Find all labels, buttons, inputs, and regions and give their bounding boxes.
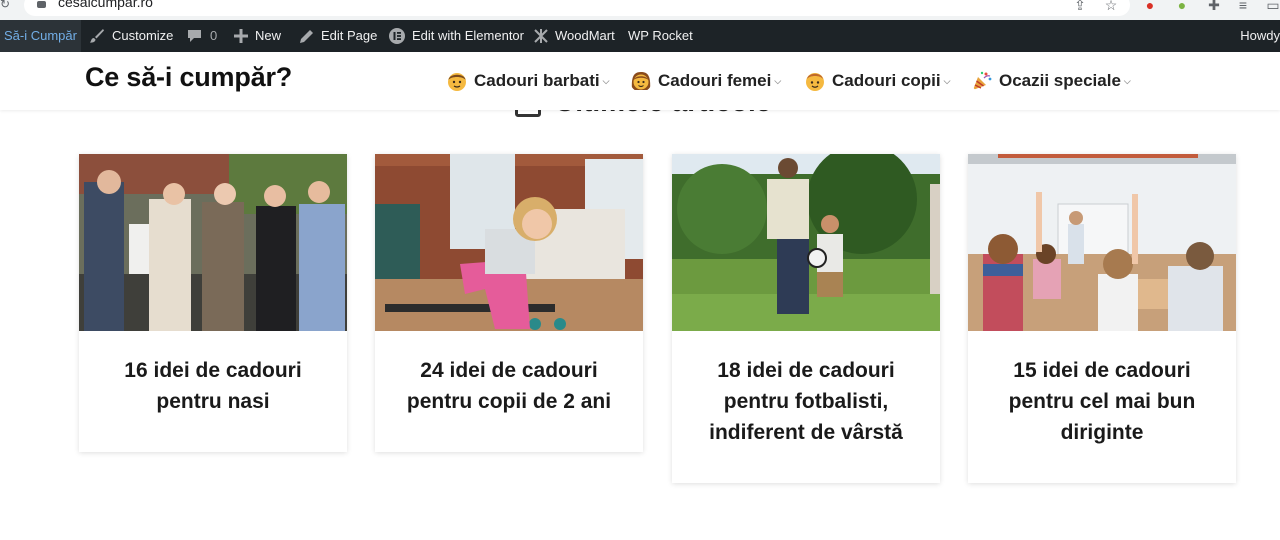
address-bar[interactable]: cesaicumpar.ro	[24, 0, 1130, 16]
admin-bar-site-name: Să-i Cumpăr	[4, 28, 77, 43]
reading-list-icon[interactable]: ≡	[1236, 0, 1250, 12]
address-url: cesaicumpar.ro	[58, 0, 153, 10]
elementor-icon	[389, 28, 405, 44]
comments-count: 0	[210, 28, 218, 43]
article-thumbnail-classroom[interactable]	[968, 154, 1236, 331]
admin-bar-woodmart[interactable]: WoodMart	[533, 20, 615, 52]
new-label: New	[255, 28, 282, 43]
wp-admin-bar: Să-i Cumpăr Customize 0 New Edit Page Ed…	[0, 20, 1280, 52]
pencil-icon	[300, 29, 313, 43]
admin-bar-howdy[interactable]: Howdy	[1240, 20, 1280, 52]
nav-item-ocazii-speciale[interactable]: Ocazii speciale ⌵	[971, 68, 1131, 94]
edit-elementor-label: Edit with Elementor	[412, 28, 524, 43]
extension-red-icon[interactable]: ●	[1143, 0, 1157, 12]
nav-label: Cadouri barbati	[474, 71, 600, 90]
nav-label: Cadouri femei	[658, 71, 772, 90]
paintbrush-icon	[90, 29, 104, 43]
wp-rocket-label: WP Rocket	[628, 28, 693, 43]
party-popper-icon	[973, 71, 992, 90]
woman-emoji-icon	[631, 72, 651, 90]
site-header: Ce să-i cumpăr? Cadouri barbati ⌵ Cadour…	[0, 52, 1280, 110]
reload-icon[interactable]: ↻	[0, 0, 10, 12]
woodmart-icon	[534, 29, 548, 43]
extension-green-icon[interactable]: ●	[1175, 0, 1189, 12]
edit-page-label: Edit Page	[321, 28, 378, 43]
admin-bar-new[interactable]: New	[233, 20, 281, 52]
chevron-down-icon: ⌵	[1123, 75, 1131, 86]
share-icon[interactable]: ⇪	[1073, 0, 1087, 12]
article-card[interactable]: 16 idei de cadouri pentru nasi	[79, 154, 347, 452]
chevron-down-icon: ⌵	[602, 75, 610, 86]
side-panel-icon[interactable]: ▭	[1266, 0, 1280, 12]
howdy-label: Howdy	[1240, 28, 1280, 43]
admin-bar-comments[interactable]: 0	[186, 20, 217, 52]
extensions-puzzle-icon[interactable]: ✚	[1207, 0, 1221, 12]
nav-item-cadouri-femei[interactable]: Cadouri femei ⌵	[630, 68, 781, 94]
lock-icon	[37, 1, 46, 8]
admin-bar-customize[interactable]: Customize	[88, 20, 173, 52]
bookmark-star-icon[interactable]: ☆	[1104, 0, 1118, 12]
admin-bar-edit-page[interactable]: Edit Page	[298, 20, 377, 52]
nav-label: Ocazii speciale	[999, 71, 1121, 90]
admin-bar-edit-elementor[interactable]: Edit with Elementor	[388, 20, 524, 52]
plus-icon	[234, 29, 248, 43]
admin-bar-wp-rocket[interactable]: WP Rocket	[628, 20, 693, 52]
customize-label: Customize	[112, 28, 174, 43]
browser-toolbar: ↻ cesaicumpar.ro ⇪ ☆ ● ● ✚ ≡ ▭	[0, 0, 1280, 20]
article-thumbnail-football[interactable]	[672, 154, 940, 331]
child-emoji-icon	[806, 73, 824, 91]
nav-label: Cadouri copii	[832, 71, 941, 90]
article-card[interactable]: 15 idei de cadouri pentru cel mai bun di…	[968, 154, 1236, 483]
site-logo[interactable]: Ce să-i cumpăr?	[85, 62, 292, 93]
article-thumbnail-toddler[interactable]	[375, 154, 643, 331]
nav-item-cadouri-copii[interactable]: Cadouri copii ⌵	[804, 68, 950, 94]
woodmart-label: WoodMart	[555, 28, 615, 43]
comment-bubble-icon	[188, 30, 201, 42]
article-title[interactable]: 15 idei de cadouri pentru cel mai bun di…	[968, 331, 1236, 448]
article-card[interactable]: 18 idei de cadouri pentru fotbalisti, in…	[672, 154, 940, 483]
article-title[interactable]: 24 idei de cadouri pentru copii de 2 ani	[375, 331, 643, 417]
article-title[interactable]: 16 idei de cadouri pentru nasi	[79, 331, 347, 417]
article-thumbnail-baptism[interactable]	[79, 154, 347, 331]
article-title[interactable]: 18 idei de cadouri pentru fotbalisti, in…	[672, 331, 940, 448]
chevron-down-icon: ⌵	[774, 75, 782, 86]
man-emoji-icon	[448, 73, 466, 91]
admin-bar-site-link[interactable]: Să-i Cumpăr	[0, 20, 81, 52]
chevron-down-icon: ⌵	[943, 75, 951, 86]
nav-item-cadouri-barbati[interactable]: Cadouri barbati ⌵	[446, 68, 609, 94]
article-card[interactable]: 24 idei de cadouri pentru copii de 2 ani	[375, 154, 643, 452]
